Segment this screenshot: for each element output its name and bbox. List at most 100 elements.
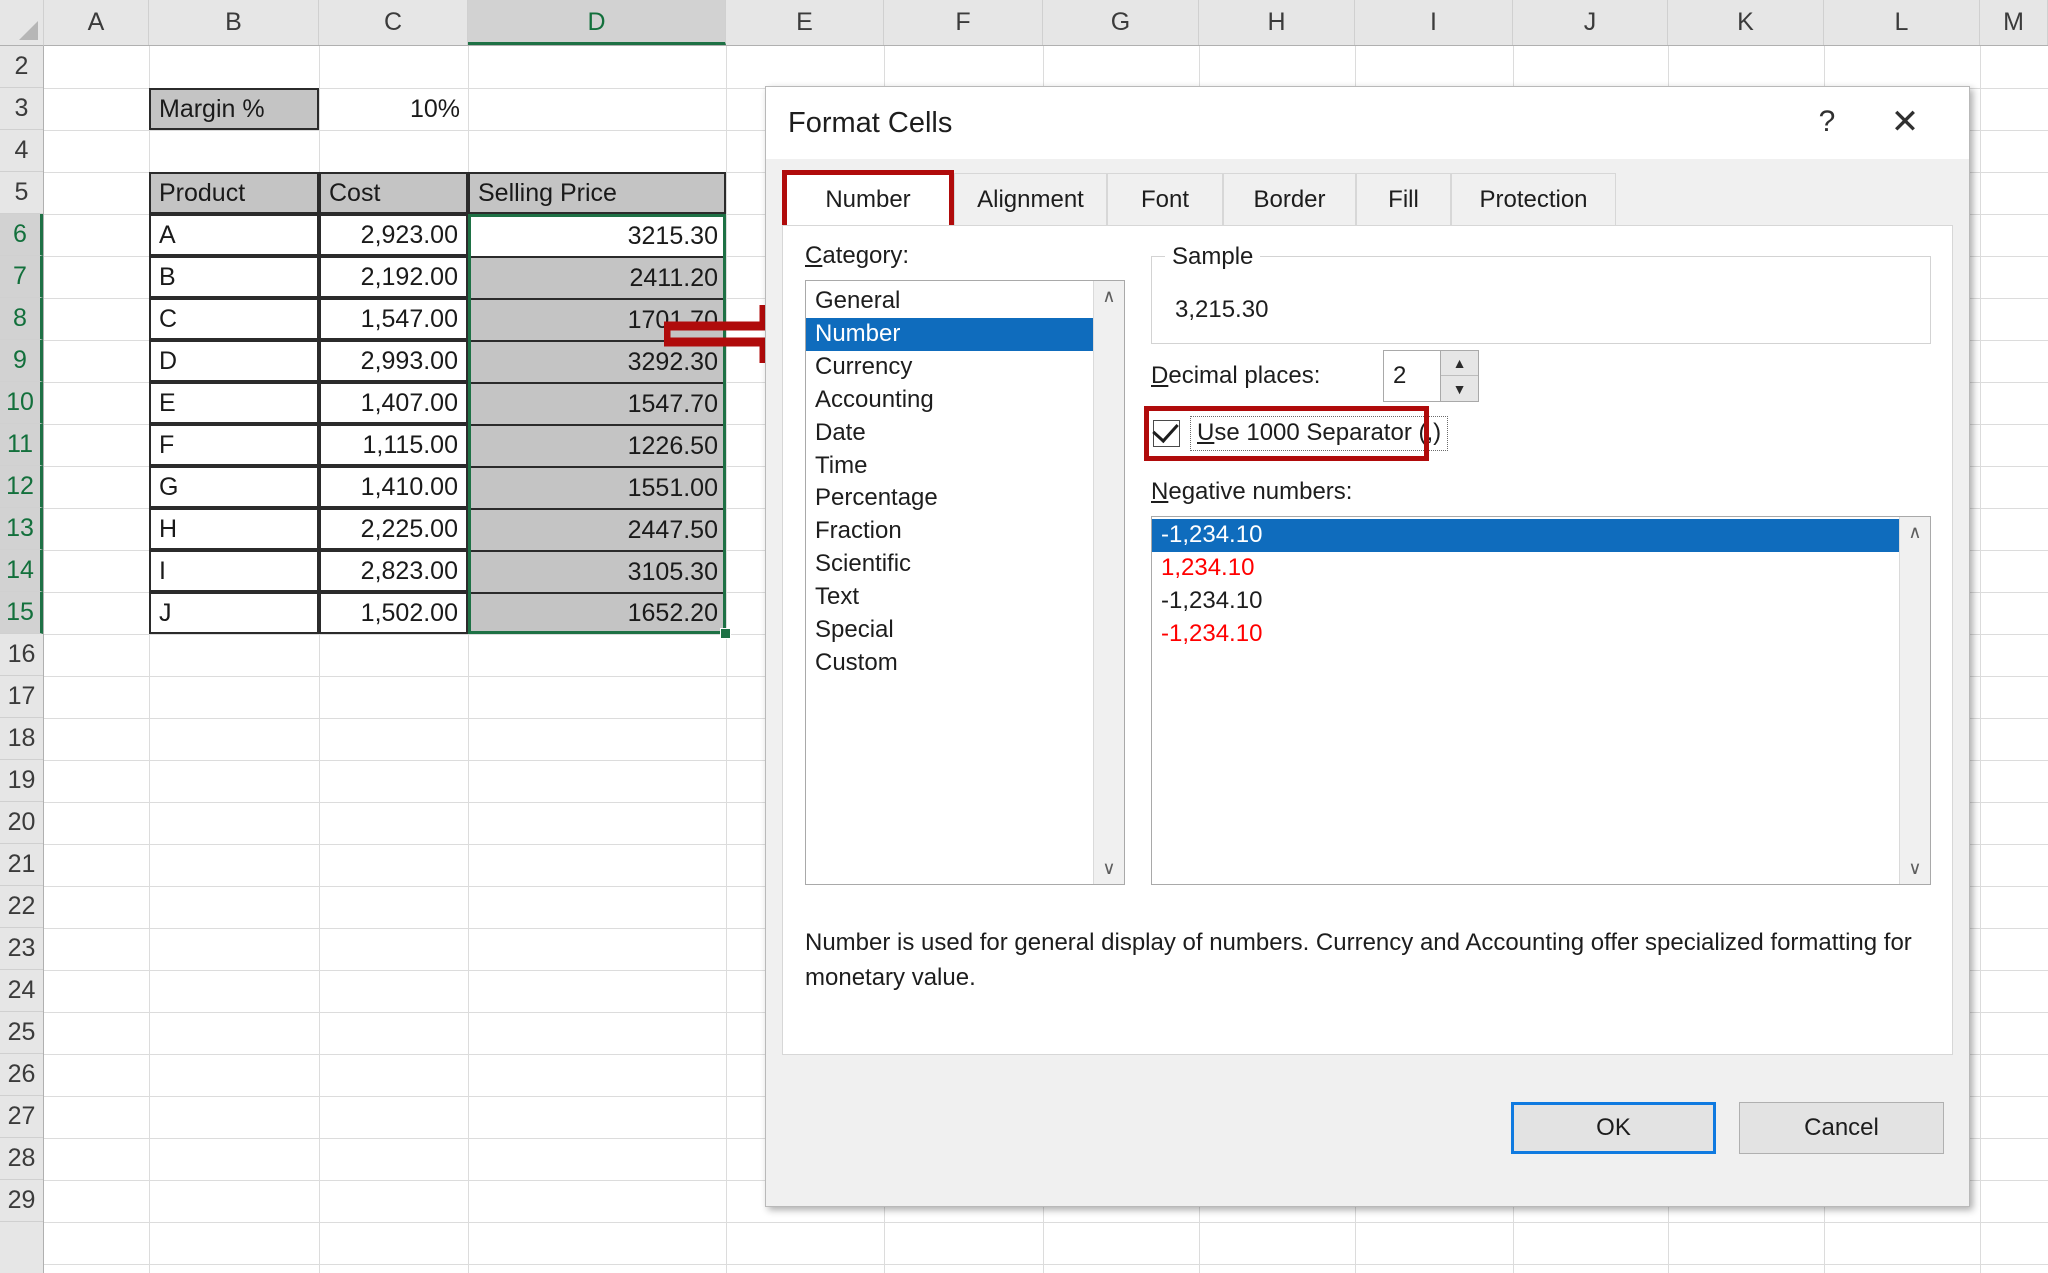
close-icon[interactable]: ✕ bbox=[1881, 99, 1929, 145]
cell-product-c[interactable]: C bbox=[149, 298, 319, 340]
tab-fill[interactable]: Fill bbox=[1356, 173, 1451, 225]
category-item-percentage[interactable]: Percentage bbox=[806, 482, 1093, 515]
cell-margin-label[interactable]: Margin % bbox=[149, 88, 319, 130]
column-header-h[interactable]: H bbox=[1199, 0, 1355, 45]
column-header-b[interactable]: B bbox=[149, 0, 319, 45]
row-header-4[interactable]: 4 bbox=[0, 130, 43, 172]
cell-margin-value[interactable]: 10% bbox=[319, 88, 468, 130]
cell-cost-i[interactable]: 2,823.00 bbox=[319, 550, 468, 592]
row-header-23[interactable]: 23 bbox=[0, 928, 43, 970]
help-icon[interactable]: ? bbox=[1803, 99, 1851, 145]
cell-cost-b[interactable]: 2,192.00 bbox=[319, 256, 468, 298]
column-header-l[interactable]: L bbox=[1824, 0, 1980, 45]
row-header-7[interactable]: 7 bbox=[0, 256, 43, 298]
cell-product-b[interactable]: B bbox=[149, 256, 319, 298]
row-header-12[interactable]: 12 bbox=[0, 466, 43, 508]
cell-cost-c[interactable]: 1,547.00 bbox=[319, 298, 468, 340]
cell-product-g[interactable]: G bbox=[149, 466, 319, 508]
column-header-c[interactable]: C bbox=[319, 0, 468, 45]
row-header-5[interactable]: 5 bbox=[0, 172, 43, 214]
cell-selling-price-c[interactable]: 1701.70 bbox=[468, 298, 726, 340]
column-header-d[interactable]: D bbox=[468, 0, 726, 45]
cell-selling-price-a[interactable]: 3215.30 bbox=[468, 214, 726, 256]
cell-product-h[interactable]: H bbox=[149, 508, 319, 550]
row-header-24[interactable]: 24 bbox=[0, 970, 43, 1012]
column-header-a[interactable]: A bbox=[44, 0, 149, 45]
cell-cost-a[interactable]: 2,923.00 bbox=[319, 214, 468, 256]
negative-format-option-2[interactable]: 1,234.10 bbox=[1152, 552, 1899, 585]
row-header-22[interactable]: 22 bbox=[0, 886, 43, 928]
category-item-number[interactable]: Number bbox=[806, 317, 1093, 351]
category-item-scientific[interactable]: Scientific bbox=[806, 548, 1093, 581]
cell-header-selling-price[interactable]: Selling Price bbox=[468, 172, 726, 214]
cell-product-f[interactable]: F bbox=[149, 424, 319, 466]
scroll-down-icon[interactable]: ∨ bbox=[1094, 853, 1124, 884]
negative-numbers-listbox[interactable]: -1,234.10 1,234.10 -1,234.10 -1,234.10 ∧ ∨ bbox=[1151, 516, 1931, 885]
selection-fill-handle[interactable] bbox=[720, 628, 731, 639]
category-item-special[interactable]: Special bbox=[806, 614, 1093, 647]
select-all-corner[interactable] bbox=[0, 0, 44, 46]
column-header-e[interactable]: E bbox=[726, 0, 884, 45]
spin-down-icon[interactable]: ▼ bbox=[1441, 376, 1478, 401]
cell-cost-h[interactable]: 2,225.00 bbox=[319, 508, 468, 550]
negative-format-option-3[interactable]: -1,234.10 bbox=[1152, 585, 1899, 618]
category-item-custom[interactable]: Custom bbox=[806, 647, 1093, 680]
cancel-button[interactable]: Cancel bbox=[1739, 1102, 1944, 1154]
category-scrollbar[interactable]: ∧ ∨ bbox=[1093, 281, 1124, 884]
category-item-general[interactable]: General bbox=[806, 285, 1093, 318]
ok-button[interactable]: OK bbox=[1511, 1102, 1716, 1154]
column-header-m[interactable]: M bbox=[1980, 0, 2048, 45]
cell-cost-d[interactable]: 2,993.00 bbox=[319, 340, 468, 382]
tab-number[interactable]: Number bbox=[782, 173, 954, 225]
row-header-26[interactable]: 26 bbox=[0, 1054, 43, 1096]
row-header-13[interactable]: 13 bbox=[0, 508, 43, 550]
tab-alignment[interactable]: Alignment bbox=[954, 173, 1107, 225]
spin-up-icon[interactable]: ▲ bbox=[1441, 351, 1478, 376]
decimal-places-input[interactable] bbox=[1384, 351, 1440, 401]
row-header-29[interactable]: 29 bbox=[0, 1180, 43, 1222]
cell-selling-price-b[interactable]: 2411.20 bbox=[468, 256, 726, 298]
checkbox-box[interactable] bbox=[1152, 415, 1180, 447]
category-item-text[interactable]: Text bbox=[806, 581, 1093, 614]
cell-product-e[interactable]: E bbox=[149, 382, 319, 424]
row-header-11[interactable]: 11 bbox=[0, 424, 43, 466]
column-header-f[interactable]: F bbox=[884, 0, 1043, 45]
cell-cost-j[interactable]: 1,502.00 bbox=[319, 592, 468, 634]
cell-cost-f[interactable]: 1,115.00 bbox=[319, 424, 468, 466]
row-header-17[interactable]: 17 bbox=[0, 676, 43, 718]
decimal-places-stepper[interactable]: ▲ ▼ bbox=[1383, 350, 1479, 402]
row-header-27[interactable]: 27 bbox=[0, 1096, 43, 1138]
row-header-18[interactable]: 18 bbox=[0, 718, 43, 760]
cell-cost-e[interactable]: 1,407.00 bbox=[319, 382, 468, 424]
tab-protection[interactable]: Protection bbox=[1451, 173, 1616, 225]
negative-format-option-4[interactable]: -1,234.10 bbox=[1152, 618, 1899, 651]
category-item-time[interactable]: Time bbox=[806, 450, 1093, 483]
negative-numbers-scrollbar[interactable]: ∧ ∨ bbox=[1899, 517, 1930, 884]
row-header-8[interactable]: 8 bbox=[0, 298, 43, 340]
row-header-15[interactable]: 15 bbox=[0, 592, 43, 634]
cell-product-a[interactable]: A bbox=[149, 214, 319, 256]
row-header-3[interactable]: 3 bbox=[0, 88, 43, 130]
column-header-g[interactable]: G bbox=[1043, 0, 1199, 45]
row-header-28[interactable]: 28 bbox=[0, 1138, 43, 1180]
cell-selling-price-f[interactable]: 1226.50 bbox=[468, 424, 726, 466]
category-item-currency[interactable]: Currency bbox=[806, 351, 1093, 384]
category-listbox[interactable]: General Number Currency Accounting Date Time P… bbox=[805, 280, 1125, 885]
cell-selling-price-h[interactable]: 2447.50 bbox=[468, 508, 726, 550]
category-item-date[interactable]: Date bbox=[806, 417, 1093, 450]
cell-selling-price-j[interactable]: 1652.20 bbox=[468, 592, 726, 634]
decimal-places-spin-buttons[interactable]: ▲ ▼ bbox=[1440, 351, 1478, 401]
cell-cost-g[interactable]: 1,410.00 bbox=[319, 466, 468, 508]
cell-product-d[interactable]: D bbox=[149, 340, 319, 382]
column-header-k[interactable]: K bbox=[1668, 0, 1824, 45]
row-header-20[interactable]: 20 bbox=[0, 802, 43, 844]
scroll-up-icon[interactable]: ∧ bbox=[1094, 281, 1124, 312]
category-item-fraction[interactable]: Fraction bbox=[806, 515, 1093, 548]
row-header-25[interactable]: 25 bbox=[0, 1012, 43, 1054]
cell-selling-price-e[interactable]: 1547.70 bbox=[468, 382, 726, 424]
tab-border[interactable]: Border bbox=[1223, 173, 1356, 225]
category-item-accounting[interactable]: Accounting bbox=[806, 384, 1093, 417]
row-header-16[interactable]: 16 bbox=[0, 634, 43, 676]
column-header-j[interactable]: J bbox=[1513, 0, 1668, 45]
use-1000-separator-checkbox[interactable]: Use 1000 Separator (,) bbox=[1152, 415, 1449, 451]
